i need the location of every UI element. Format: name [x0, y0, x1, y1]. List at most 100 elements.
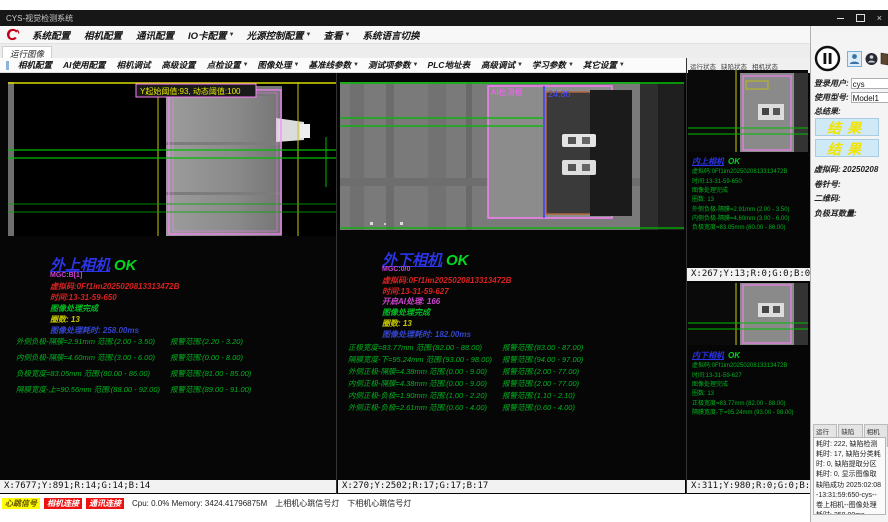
camera-connect-badge: 相机连接 — [44, 498, 82, 509]
exit-button[interactable] — [879, 51, 888, 67]
control-panel: 登录用户: cys 使用型号: Model1 总结果: 结果 结果 虚拟码: 2… — [810, 26, 888, 522]
toolbar-item[interactable]: 相机配置 — [18, 59, 54, 71]
mid-done-status: 图像处理完成 — [382, 307, 430, 318]
info-line: 虚拟码:0Ff1im2025020813313472B — [692, 168, 808, 177]
menu-item[interactable]: 查看 ▼ — [324, 28, 351, 42]
left-time: 时间:13-31-59-650 — [50, 292, 117, 303]
chevron-down-icon: ▼ — [568, 62, 574, 68]
mid-measurements: 正极宽度=83.77mm 范围:(82.00 - 88.00) 报警范围:(83… — [348, 342, 682, 414]
window-controls: × — [837, 14, 882, 23]
model-field: 使用型号: Model1 — [814, 92, 888, 103]
result-box-1: 结果 — [815, 118, 879, 136]
maximize-icon[interactable] — [856, 14, 865, 22]
menu-item[interactable]: 通讯配置 — [136, 28, 176, 42]
toolbar-item[interactable]: 其它设置 ▼ — [583, 59, 625, 71]
info-line: 内侧负极-隔膜=4.60mm (3.00 - 6.00) — [692, 215, 808, 224]
small-top-lines: 虚拟码:0Ff1im2025020813313472B时间:13-31-59-6… — [692, 168, 808, 233]
small-top-coord-statusline: X:267;Y:13;R:0;G:0;B:0 — [687, 268, 810, 281]
runtime-info-box[interactable]: 耗时: 222, 缺陷检测耗时: 17, 缺陷分类耗时: 0, 缺陷提取分区耗时… — [813, 437, 886, 515]
small-top-text: 内上相机OK 虚拟码:0Ff1im2025020813313472B时间:13-… — [692, 156, 808, 233]
mid-coord-statusline: X:270;Y:2502;R:17;G:17;B:17 — [338, 480, 685, 493]
info-line: 圈数: 13 — [692, 390, 808, 399]
upper-camera-heartbeat-lamp: 上相机心跳信号灯 — [275, 498, 339, 509]
minimize-icon[interactable] — [837, 18, 844, 19]
user-icon — [849, 53, 860, 65]
logout-door-icon — [880, 52, 888, 66]
menu-item[interactable]: 系统语言切换 — [362, 28, 421, 42]
login-user-field: 登录用户: cys — [814, 78, 888, 89]
small-bottom-coord-statusline: X:311;Y:980;R:0;G:0;B:0 — [687, 480, 810, 493]
info-line: 时间:13-31-59-627 — [692, 372, 808, 381]
info-line: 图像处理完成 — [692, 187, 808, 196]
left-measurements: 外侧负极-隔膜=2.91mm 范围:(2.00 - 3.50) 报警范围:(2.… — [16, 336, 336, 400]
toolbar-item[interactable]: 基准线参数 ▼ — [309, 59, 359, 71]
menu-item[interactable]: 光源控制配置 ▼ — [247, 28, 312, 42]
menu-item[interactable]: 相机配置 — [84, 28, 124, 42]
bright-component — [758, 104, 784, 120]
operator-button[interactable] — [864, 51, 879, 67]
measurement-row: 正极宽度=83.77mm 范围:(82.00 - 88.00) 报警范围:(83… — [348, 342, 682, 354]
login-user-button[interactable] — [847, 51, 862, 67]
divider — [336, 73, 337, 494]
close-icon[interactable]: × — [877, 14, 882, 23]
menu-item[interactable]: 系统配置 — [32, 28, 72, 42]
small-bottom-title: 内下相机OK — [692, 350, 808, 362]
model-input[interactable]: Model1 — [851, 92, 888, 103]
title-bar: CYS-视觉检测系统 × — [0, 10, 888, 26]
window-title: CYS-视觉检测系统 — [6, 13, 73, 24]
chevron-down-icon: ▼ — [294, 62, 300, 68]
small-top-title: 内上相机OK — [692, 156, 808, 168]
pause-button[interactable] — [814, 45, 841, 72]
status-bar: 心跳信号 相机连接 通讯连接 Cpu: 0.0% Memory: 3424.41… — [0, 496, 810, 510]
measurement-row: 内侧负极-隔膜=4.60mm 范围:(3.00 - 6.00) 报警范围:(0.… — [16, 352, 336, 368]
toolbar-item[interactable]: PLC地址表 — [427, 59, 472, 71]
left-done-status: 图像处理完成 — [50, 303, 98, 314]
info-line: 外侧负极-隔膜=2.91mm (2.00 - 3.50) — [692, 206, 808, 215]
lower-camera-heartbeat-lamp: 下相机心跳信号灯 — [347, 498, 411, 509]
toolbar-item[interactable]: 高级调试 ▼ — [481, 59, 523, 71]
small-bottom-camera-view[interactable] — [688, 283, 808, 345]
small-top-camera-image — [688, 70, 808, 152]
small-top-camera-view[interactable] — [688, 70, 808, 152]
toolbar-item[interactable]: 学习参数 ▼ — [532, 59, 574, 71]
tab-count-label: 负极耳数量: — [814, 208, 857, 219]
qrcode-label: 二维码: — [814, 193, 841, 204]
pin-field: 卷针号: — [814, 179, 843, 190]
chevron-down-icon: ▼ — [517, 62, 523, 68]
left-camera-result: OK — [114, 257, 137, 274]
threshold-annotation: Y起始阈值:93, 动态阈值:100 — [140, 86, 241, 96]
toolbar-item[interactable]: 测试项参数 ▼ — [368, 59, 418, 71]
toolbar-item[interactable]: 图像处理 ▼ — [258, 59, 300, 71]
mid-camera-view[interactable]: AI检测框 24.80 — [340, 82, 684, 230]
toolbar-item[interactable]: AI使用配置 — [63, 59, 108, 71]
header-label-run[interactable]: 运行状态 — [690, 61, 716, 71]
mid-ai-line: 开启AI处理: 166 — [382, 296, 440, 307]
toolbar-item[interactable]: 相机调试 — [117, 59, 153, 71]
measurement-row: 隔膜宽度-下=95.24mm 范围:(93.00 - 98.00) 报警范围:(… — [348, 354, 682, 366]
header-label-defect[interactable]: 缺陷状态 — [721, 61, 747, 71]
total-result-label: 总结果: — [814, 106, 841, 117]
menu-item[interactable]: IO卡配置 ▼ — [188, 28, 234, 42]
connector-tab — [276, 118, 304, 142]
login-user-input[interactable]: cys — [851, 78, 888, 89]
chevron-down-icon: ▼ — [619, 62, 625, 68]
menu-bar: 系统配置 相机配置 通讯配置 IO卡配置 ▼ 光源控制配置 ▼ — [0, 26, 888, 44]
info-line: 时间:13-31-59-650 — [692, 178, 808, 187]
pin-label: 卷针号: — [814, 179, 841, 190]
measurement-row: 负极宽度=83.05mm 范围:(80.00 - 86.00) 报警范围:(81… — [16, 368, 336, 384]
toolbar-item[interactable]: 高级设置 — [162, 59, 198, 71]
toolbar-item[interactable]: 点检设置 ▼ — [207, 59, 249, 71]
measurement-row: 外侧正极-负极=2.61mm 范围:(0.60 - 4.00) 报警范围:(0.… — [348, 402, 682, 414]
mid-camera-image: AI检测框 24.80 — [340, 82, 684, 230]
tab-strip: 运行图像 — [0, 44, 810, 59]
chevron-down-icon: ▼ — [345, 32, 351, 38]
chevron-down-icon: ▼ — [353, 62, 359, 68]
left-camera-image: Y起始阈值:93, 动态阈值:100 — [8, 82, 336, 236]
blue-measure-label: 24.80 — [548, 89, 571, 99]
left-camera-view[interactable]: Y起始阈值:93, 动态阈值:100 — [8, 82, 336, 236]
vcode-value: 20250208 — [843, 165, 879, 174]
app-window: CYS-视觉检测系统 × 系统配置 相机配置 通讯配置 — [0, 0, 888, 522]
header-label-camera[interactable]: 相机状态 — [752, 61, 778, 71]
info-line: 隔膜宽度-下=95.24mm (93.00 - 98.00) — [692, 409, 808, 418]
mid-loop-count: 圈数: 13 — [382, 318, 412, 329]
